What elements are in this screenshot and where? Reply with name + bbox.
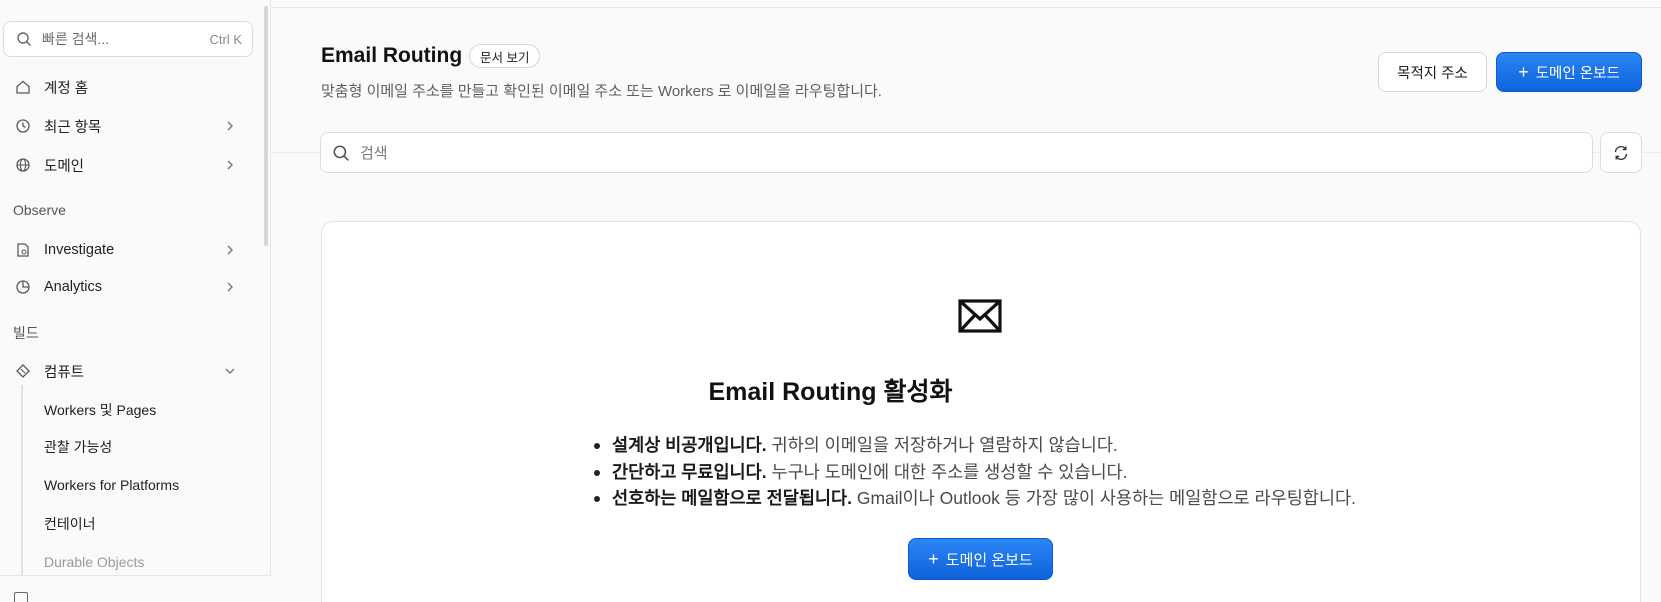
page-title: Email Routing	[321, 44, 463, 67]
search-input[interactable]: 검색	[320, 132, 1593, 173]
quick-search-input[interactable]: 빠른 검색... Ctrl K	[3, 21, 253, 57]
onboard-domain-label: 도메인 온보드	[1535, 65, 1620, 82]
sidebar-item-investigate[interactable]: Investigate	[0, 234, 250, 266]
history-icon	[14, 117, 32, 135]
feature-item: 선호하는 메일함으로 전달됩니다. Gmail이나 Outlook 등 가장 많…	[592, 485, 1356, 512]
chevron-right-icon	[227, 245, 233, 255]
view-docs-badge[interactable]: 문서 보기	[469, 44, 541, 68]
refresh-button[interactable]	[1600, 132, 1642, 173]
plus-icon: +	[928, 549, 939, 569]
search-icon	[17, 32, 31, 46]
section-label-observe: Observe	[13, 202, 66, 218]
search-placeholder: 검색	[360, 145, 388, 162]
home-icon	[14, 78, 32, 96]
sidebar-footer	[0, 575, 271, 602]
card-title-text: Email Routing 활성화	[708, 378, 953, 406]
sidebar: 빠른 검색... Ctrl K 계정 홈 최근 항목 도메인 Observe I…	[0, 0, 271, 602]
sidebar-subitem-workers-for-platforms[interactable]: Workers for Platforms	[44, 477, 179, 493]
sidebar-item-label: 도메인	[44, 158, 85, 175]
compute-subgroup-line	[21, 385, 23, 575]
feature-text: Gmail이나 Outlook 등 가장 많이 사용하는 메일함으로 라우팅합니…	[852, 488, 1356, 508]
quick-search-placeholder: 빠른 검색...	[42, 31, 110, 47]
shortcut-hint: Ctrl K	[209, 31, 243, 47]
feature-item: 설계상 비공개입니다. 귀하의 이메일을 저장하거나 열람하지 않습니다.	[592, 432, 1356, 459]
sidebar-subitem-containers[interactable]: 컨테이너	[44, 514, 96, 534]
pie-chart-icon	[14, 278, 32, 296]
feature-bold: 설계상 비공개입니다.	[612, 435, 767, 455]
sidebar-toggle-icon[interactable]	[14, 592, 28, 602]
feature-list: 설계상 비공개입니다. 귀하의 이메일을 저장하거나 열람하지 않습니다. 간단…	[592, 432, 1356, 512]
chevron-right-icon	[227, 160, 233, 170]
refresh-icon	[1614, 145, 1628, 160]
chevron-right-icon	[227, 121, 233, 131]
top-divider	[271, 7, 1661, 8]
sidebar-item-label: 최근 항목	[44, 119, 102, 136]
feature-text: 누구나 도메인에 대한 주소를 생성할 수 있습니다.	[766, 461, 1128, 482]
sidebar-subitem-durable-objects[interactable]: Durable Objects	[44, 554, 144, 570]
card-onboard-domain-button[interactable]: + 도메인 온보드	[908, 538, 1053, 580]
onboard-domain-button[interactable]: + 도메인 온보드	[1496, 52, 1642, 92]
section-label-build: 빌드	[13, 325, 39, 341]
sidebar-item-analytics[interactable]: Analytics	[0, 271, 250, 303]
sidebar-item-account-home[interactable]: 계정 홈	[0, 71, 250, 103]
plus-icon: +	[1518, 62, 1529, 82]
feature-item: 간단하고 무료입니다. 누구나 도메인에 대한 주소를 생성할 수 있습니다.	[592, 459, 1356, 486]
sidebar-subitem-observability[interactable]: 관찰 가능성	[44, 437, 112, 457]
sidebar-scrollbar[interactable]	[264, 6, 268, 246]
feature-bold: 간단하고 무료입니다.	[612, 461, 767, 482]
card-onboard-domain-label: 도메인 온보드	[945, 551, 1033, 569]
sidebar-item-recent[interactable]: 최근 항목	[0, 110, 250, 142]
card-title: Email Routing 활성화	[0, 372, 1661, 408]
page-subtitle: 맞춤형 이메일 주소를 만들고 확인된 이메일 주소 또는 Workers 로 …	[321, 83, 882, 100]
sidebar-item-label: Analytics	[44, 279, 103, 295]
search-icon	[333, 144, 349, 161]
chevron-right-icon	[227, 282, 233, 292]
sidebar-item-label: 계정 홈	[44, 80, 89, 97]
globe-icon	[14, 156, 32, 174]
sidebar-item-domains[interactable]: 도메인	[0, 149, 250, 181]
feature-bold: 선호하는 메일함으로 전달됩니다.	[612, 488, 852, 508]
destination-addresses-button[interactable]: 목적지 주소	[1378, 52, 1487, 92]
sidebar-item-label: Investigate	[44, 242, 115, 258]
envelope-icon	[958, 299, 1002, 333]
feature-text: 귀하의 이메일을 저장하거나 열람하지 않습니다.	[766, 435, 1118, 455]
investigate-icon	[14, 241, 32, 259]
